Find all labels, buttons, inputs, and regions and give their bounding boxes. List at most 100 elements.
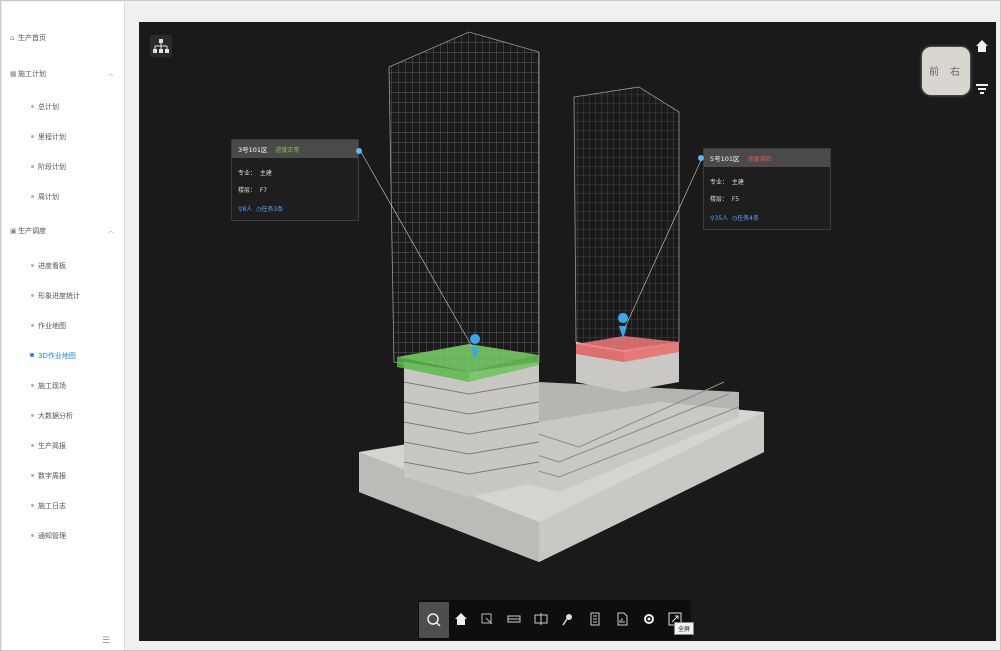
major-row: 专业： 主建 — [710, 177, 744, 186]
major-value: 主建 — [731, 179, 744, 186]
sidebar-item-notice-management[interactable]: 通知管理 — [38, 531, 66, 541]
card-anchor-dot — [356, 148, 362, 154]
search-tool-button[interactable] — [419, 602, 449, 638]
viewcube-front[interactable]: 前 — [929, 63, 939, 78]
viewcube-right[interactable]: 右 — [950, 63, 960, 78]
bullet-icon — [31, 264, 34, 267]
section-icon — [507, 615, 521, 623]
bullet-icon — [31, 384, 34, 387]
section-tool-button[interactable] — [503, 608, 525, 630]
pin-icon — [562, 614, 572, 626]
split-tool-button[interactable] — [530, 608, 552, 630]
document-icon — [590, 612, 600, 626]
card-header: 5号101区 进度滞后 — [704, 149, 830, 167]
settings-tool-button[interactable] — [638, 608, 660, 630]
bullet-icon — [31, 504, 34, 507]
filter-icon[interactable] — [975, 83, 989, 95]
floor-row: 楼层： F7 — [238, 185, 267, 194]
zone-name: 3号101区 — [238, 146, 268, 154]
collapse-icon[interactable]: ☰ — [102, 636, 110, 646]
tower-a-frame — [388, 31, 540, 378]
major-row: 专业： 主建 — [238, 168, 272, 177]
document-tool-button[interactable] — [584, 608, 606, 630]
sidebar-item-label: 施工计划 — [18, 70, 46, 78]
card-links: ⚲8人 ◷任务3条 — [238, 204, 283, 213]
bullet-icon — [31, 195, 34, 198]
dispatch-icon: ▣ — [10, 227, 17, 235]
zone-info-card-b[interactable]: 5号101区 进度滞后 专业： 主建 楼层： F5 ⚲35人 ◷任务4条 — [703, 148, 831, 230]
split-icon — [534, 613, 548, 625]
sidebar-item-work-map[interactable]: 作业地图 — [38, 321, 66, 331]
card-links: ⚲35人 ◷任务4条 — [710, 213, 759, 222]
fullscreen-tooltip: 全屏 — [674, 622, 695, 635]
sidebar-item-master-plan[interactable]: 总计划 — [38, 102, 59, 112]
floor-value: F7 — [259, 187, 268, 194]
sidebar-item-milestone-plan[interactable]: 里程计划 — [38, 132, 66, 142]
sidebar-item-3d-work-map[interactable]: 3D作业地图 — [38, 351, 76, 361]
bottom-toolbar — [418, 600, 691, 640]
measure-icon — [481, 613, 493, 625]
sidebar-item-production-brief[interactable]: 生产简报 — [38, 441, 66, 451]
bullet-icon — [31, 324, 34, 327]
sidebar: ⌂ 生产首页 ▦施工计划 ︿ 总计划 里程计划 阶段计划 周计划 ▣生产调度 ︿ … — [2, 2, 125, 650]
3d-viewport[interactable]: 前 右 3号101区 进度正常 专业： 主建 楼层： F7 ⚲8人 ◷任务3条 — [139, 22, 996, 641]
major-value: 主建 — [259, 170, 272, 177]
floor-label: 楼层： — [710, 196, 729, 203]
viewcube[interactable]: 前 右 — [922, 47, 970, 95]
bullet-icon — [31, 135, 34, 138]
home-view-icon[interactable] — [975, 39, 989, 53]
status-badge: 进度滞后 — [747, 155, 772, 163]
chevron-up-icon: ︿ — [107, 228, 114, 235]
sidebar-item-image-progress[interactable]: 形象进度统计 — [38, 291, 80, 301]
floor-label: 楼层： — [238, 187, 257, 194]
measure-tool-button[interactable] — [476, 608, 498, 630]
search-icon — [427, 613, 441, 627]
home-tool-button[interactable] — [450, 608, 472, 630]
sidebar-item-digital-weekly[interactable]: 数字周报 — [38, 471, 66, 481]
tower-b-frame — [573, 86, 680, 353]
model-tree-button[interactable] — [150, 35, 172, 57]
sidebar-item-home[interactable]: ⌂ 生产首页 — [10, 33, 46, 43]
tasks-link[interactable]: 任务4条 — [737, 215, 759, 222]
sidebar-item-label: 生产调度 — [18, 227, 46, 235]
app-frame: ⌂ 生产首页 ▦施工计划 ︿ 总计划 里程计划 阶段计划 周计划 ▣生产调度 ︿ … — [0, 0, 1001, 651]
sidebar-item-big-data[interactable]: 大数据分析 — [38, 411, 73, 421]
sidebar-item-weekly-plan[interactable]: 周计划 — [38, 192, 59, 202]
building-model — [359, 31, 764, 562]
bullet-icon — [31, 294, 34, 297]
workers-link[interactable]: 35人 — [714, 215, 728, 222]
home-icon — [455, 613, 467, 625]
card-header: 3号101区 进度正常 — [232, 140, 358, 158]
chevron-up-icon: ︿ — [107, 71, 114, 78]
major-label: 专业： — [238, 170, 257, 177]
zone-name: 5号101区 — [710, 155, 740, 163]
sidebar-item-construction-site[interactable]: 施工现场 — [38, 381, 66, 391]
settings-icon — [644, 614, 654, 624]
floor-value: F5 — [731, 196, 740, 203]
bullet-icon — [31, 474, 34, 477]
workers-link[interactable]: 8人 — [242, 206, 252, 213]
bullet-icon — [31, 534, 34, 537]
sidebar-item-progress-board[interactable]: 进度看板 — [38, 261, 66, 271]
bullet-icon — [31, 165, 34, 168]
major-label: 专业： — [710, 179, 729, 186]
sidebar-item-construction-log[interactable]: 施工日志 — [38, 501, 66, 511]
hierarchy-icon — [153, 39, 169, 53]
home-icon: ⌂ — [10, 34, 15, 42]
bullet-icon — [31, 105, 34, 108]
bullet-icon — [31, 444, 34, 447]
sidebar-item-label: 生产首页 — [18, 34, 46, 42]
sidebar-item-construction-plan[interactable]: ▦施工计划 ︿ — [10, 69, 114, 79]
tower-a-lower-floors — [404, 362, 539, 497]
sidebar-item-production-dispatch[interactable]: ▣生产调度 ︿ — [10, 226, 114, 236]
zone-info-card-a[interactable]: 3号101区 进度正常 专业： 主建 楼层： F7 ⚲8人 ◷任务3条 — [231, 139, 359, 221]
calendar-icon: ▦ — [10, 70, 17, 78]
tasks-link[interactable]: 任务3条 — [261, 206, 283, 213]
card-anchor-dot — [698, 155, 704, 161]
sidebar-item-phase-plan[interactable]: 阶段计划 — [38, 162, 66, 172]
pin-tool-button[interactable] — [557, 608, 579, 630]
bullet-icon — [31, 414, 34, 417]
floor-row: 楼层： F5 — [710, 194, 739, 203]
report-tool-button[interactable] — [611, 608, 633, 630]
report-icon — [617, 612, 628, 626]
